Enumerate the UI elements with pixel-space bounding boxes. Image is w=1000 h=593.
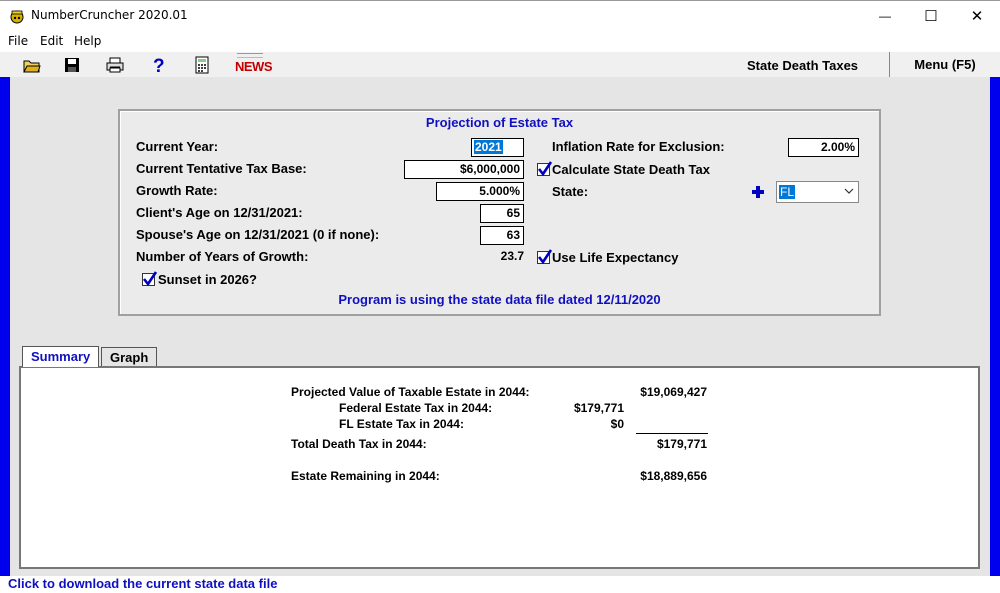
- years-growth-value: 23.7: [500, 249, 524, 263]
- federal-value: $179,771: [573, 401, 624, 415]
- projected-value: $19,069,427: [640, 385, 707, 399]
- growth-rate-label: Growth Rate:: [136, 183, 218, 198]
- open-folder-icon[interactable]: [22, 55, 42, 75]
- client-age-input[interactable]: 65: [480, 204, 524, 223]
- spouse-age-input[interactable]: 63: [480, 226, 524, 245]
- menu-bar: [0, 32, 1000, 52]
- calc-state-check-icon: [537, 161, 553, 177]
- minimize-button[interactable]: —: [862, 0, 908, 32]
- svg-text:?: ?: [153, 56, 165, 74]
- sunset-checkbox[interactable]: [142, 271, 158, 289]
- calc-state-label: Calculate State Death Tax: [552, 162, 710, 177]
- life-exp-checkbox[interactable]: [537, 249, 553, 267]
- maximize-icon: ☐: [924, 8, 938, 25]
- tab-graph[interactable]: Graph: [101, 347, 158, 367]
- inflation-input[interactable]: 2.00%: [788, 138, 859, 157]
- remaining-label: Estate Remaining in 2044:: [291, 469, 440, 483]
- maximize-button[interactable]: ☐: [908, 0, 954, 32]
- current-year-value: 2021: [474, 140, 503, 154]
- current-year-input[interactable]: 2021: [471, 138, 524, 157]
- client-age-label: Client's Age on 12/31/2021:: [136, 205, 303, 220]
- state-label: State:: [552, 184, 589, 199]
- tab-summary[interactable]: Summary: [22, 346, 100, 367]
- total-label: Total Death Tax in 2044:: [291, 437, 427, 451]
- menu-f5-button[interactable]: Menu (F5): [890, 52, 1000, 77]
- federal-label: Federal Estate Tax in 2044:: [339, 401, 493, 415]
- total-divider: [636, 433, 708, 434]
- menu-f5-label: Menu (F5): [914, 57, 976, 72]
- life-exp-label: Use Life Expectancy: [552, 250, 679, 265]
- sunset-label: Sunset in 2026?: [158, 272, 257, 287]
- tentative-base-label: Current Tentative Tax Base:: [136, 161, 307, 176]
- download-data-link[interactable]: Click to download the current state data…: [8, 576, 277, 591]
- years-growth-label: Number of Years of Growth:: [136, 249, 309, 264]
- state-select[interactable]: FL: [776, 181, 859, 203]
- life-exp-check-icon: [537, 249, 553, 265]
- growth-rate-input[interactable]: 5.000%: [436, 182, 524, 201]
- add-state-plus-icon[interactable]: [751, 185, 765, 202]
- menu-help[interactable]: Help: [74, 34, 101, 48]
- total-value: $179,771: [656, 437, 707, 451]
- spouse-age-label: Spouse's Age on 12/31/2021 (0 if none):: [136, 227, 380, 242]
- remaining-value: $18,889,656: [640, 469, 707, 483]
- save-disk-icon[interactable]: [62, 55, 82, 75]
- chevron-down-icon: [844, 184, 854, 201]
- window-title: NumberCruncher 2020.01: [31, 8, 188, 22]
- current-year-label: Current Year:: [136, 139, 219, 154]
- projected-label: Projected Value of Taxable Estate in 204…: [291, 385, 530, 399]
- data-file-note: Program is using the state data file dat…: [338, 292, 661, 307]
- menu-file[interactable]: File: [8, 34, 28, 48]
- right-accent-border: [990, 77, 1000, 576]
- inflation-label: Inflation Rate for Exclusion:: [552, 139, 725, 154]
- tentative-base-input[interactable]: $6,000,000: [404, 160, 524, 179]
- close-button[interactable]: ✕: [954, 0, 1000, 32]
- help-question-icon[interactable]: ?: [148, 55, 168, 75]
- print-icon[interactable]: [105, 55, 125, 75]
- left-accent-border: [0, 77, 10, 576]
- projection-title: Projection of Estate Tax: [425, 115, 574, 130]
- state-tax-value: $0: [610, 417, 624, 431]
- sunset-check-icon: [142, 271, 158, 287]
- menu-edit[interactable]: Edit: [40, 34, 63, 48]
- minimize-icon: —: [879, 9, 891, 23]
- news-label: NEWS: [235, 59, 273, 74]
- projection-panel: Projection of Estate Tax Current Year: 2…: [118, 109, 881, 316]
- close-icon: ✕: [970, 8, 984, 25]
- app-logo-icon: [9, 8, 25, 24]
- state-selected-value: FL: [779, 185, 796, 199]
- news-icon[interactable]: NEWS: [234, 52, 273, 77]
- state-tax-label: FL Estate Tax in 2044:: [339, 417, 464, 431]
- calc-state-checkbox[interactable]: [537, 161, 553, 179]
- section-title: State Death Taxes: [747, 58, 859, 73]
- calculator-icon[interactable]: [192, 55, 212, 75]
